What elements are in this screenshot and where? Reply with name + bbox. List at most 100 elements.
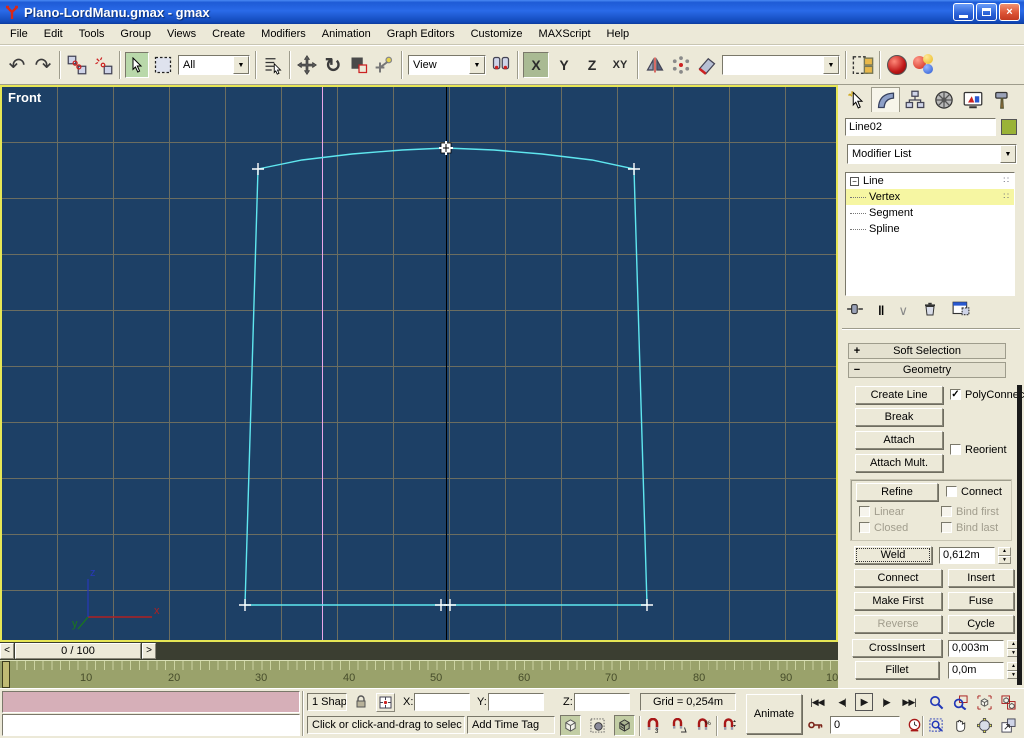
stack-spline-label[interactable]: Spline	[869, 223, 900, 235]
fillet-radius-field[interactable]: 0,0m	[948, 662, 1004, 679]
menu-file[interactable]: File	[2, 26, 36, 42]
track-view-button[interactable]	[851, 52, 875, 78]
fuse-button[interactable]: Fuse	[948, 592, 1014, 610]
pin-stack-button[interactable]	[846, 301, 864, 320]
menu-edit[interactable]: Edit	[36, 26, 71, 42]
selection-lock-toggle[interactable]	[352, 693, 370, 711]
maxscript-listener-white[interactable]	[2, 714, 300, 736]
time-configuration-button[interactable]	[904, 715, 924, 735]
align-button[interactable]	[695, 52, 719, 78]
viewport-label[interactable]: Front	[8, 90, 41, 105]
remove-modifier-button[interactable]	[922, 301, 938, 320]
select-and-move-button[interactable]	[295, 52, 319, 78]
frame-zero-marker[interactable]	[2, 661, 10, 688]
zoom-button[interactable]	[926, 692, 946, 712]
tab-modify[interactable]	[871, 87, 900, 112]
menu-views[interactable]: Views	[159, 26, 204, 42]
insert-button[interactable]: Insert	[948, 569, 1014, 587]
pan-button[interactable]	[950, 715, 970, 735]
previous-frame-button[interactable]: ◀|	[833, 693, 851, 711]
z-coord-field[interactable]	[574, 693, 630, 711]
zoom-all-button[interactable]	[950, 692, 970, 712]
stack-root-label[interactable]: Line	[863, 175, 884, 187]
stack-row-spline[interactable]: Spline	[846, 221, 1014, 237]
time-next-button[interactable]: >	[142, 643, 156, 659]
percent-snap-toggle[interactable]: %	[694, 715, 714, 736]
menu-graph-editors[interactable]: Graph Editors	[379, 26, 463, 42]
tab-utilities[interactable]	[987, 87, 1016, 112]
object-name-field[interactable]	[845, 118, 996, 136]
current-frame-field[interactable]	[830, 716, 900, 734]
refine-connect-checkbox[interactable]	[946, 486, 957, 497]
configure-modifier-sets-button[interactable]	[952, 301, 970, 320]
stack-row-segment[interactable]: Segment	[846, 205, 1014, 221]
close-button[interactable]: ×	[999, 3, 1020, 21]
time-prev-button[interactable]: <	[0, 643, 14, 659]
play-button[interactable]: ▶	[855, 693, 873, 711]
go-to-end-button[interactable]: ▶▶|	[898, 693, 920, 711]
zoom-extents-button[interactable]	[974, 692, 994, 712]
x-coord-field[interactable]	[414, 693, 470, 711]
arc-rotate-button[interactable]	[974, 715, 994, 735]
make-unique-button[interactable]: ∨	[898, 303, 908, 319]
restrict-xy-plane-button[interactable]: XY	[607, 52, 633, 78]
restore-button[interactable]	[976, 3, 997, 21]
tab-create[interactable]	[842, 87, 871, 112]
material-editor-button[interactable]	[885, 52, 909, 78]
select-object-button[interactable]	[125, 52, 149, 78]
array-button[interactable]	[669, 52, 693, 78]
redo-button[interactable]: ↷	[31, 52, 55, 78]
crossinsert-button[interactable]: CrossInsert	[852, 639, 942, 657]
select-and-manipulate-button[interactable]	[373, 52, 397, 78]
next-frame-button[interactable]: |▶	[877, 693, 895, 711]
selection-bracket-toggle[interactable]	[587, 715, 608, 736]
restrict-x-button[interactable]: X	[523, 52, 549, 78]
dropdown-arrow-icon[interactable]: ▼	[469, 56, 485, 74]
cycle-button[interactable]: Cycle	[948, 615, 1014, 633]
crossinsert-threshold-field[interactable]: 0,003m	[948, 640, 1004, 657]
absolute-offset-toggle[interactable]	[376, 693, 395, 712]
dropdown-arrow-icon[interactable]: ▼	[233, 56, 249, 74]
mirror-button[interactable]	[643, 52, 667, 78]
add-time-tag[interactable]: Add Time Tag	[467, 716, 555, 734]
menu-customize[interactable]: Customize	[463, 26, 531, 42]
weld-threshold-spinner[interactable]: ▲ ▼	[998, 547, 1011, 564]
viewport-front[interactable]: Front	[0, 85, 838, 642]
show-end-result-button[interactable]: ‖	[878, 303, 884, 318]
maxscript-listener-pink[interactable]	[2, 691, 300, 713]
panel-scrollbar[interactable]	[1017, 385, 1022, 685]
break-button[interactable]: Break	[855, 408, 943, 426]
select-by-name-button[interactable]	[261, 52, 285, 78]
refine-button[interactable]: Refine	[856, 483, 938, 501]
time-slider-track[interactable]: < 0 / 100 >	[0, 642, 838, 660]
fillet-button[interactable]: Fillet	[855, 661, 939, 679]
angle-snap-toggle[interactable]	[668, 715, 690, 736]
create-line-button[interactable]: Create Line	[855, 386, 943, 404]
menu-help[interactable]: Help	[599, 26, 638, 42]
attach-mult-button[interactable]: Attach Mult.	[855, 454, 943, 472]
restrict-y-button[interactable]: Y	[551, 52, 577, 78]
named-selection-sets-dropdown[interactable]: ▼	[722, 55, 840, 75]
key-mode-toggle[interactable]	[806, 716, 826, 734]
modifier-stack[interactable]: − Line ∷ Vertex ∷ Segment Spline	[845, 172, 1015, 296]
menu-group[interactable]: Group	[112, 26, 159, 42]
weld-threshold-field[interactable]: 0,612m	[939, 547, 995, 564]
dropdown-arrow-icon[interactable]: ▼	[823, 56, 839, 74]
rollout-geometry[interactable]: − Geometry	[848, 362, 1006, 378]
selection-filter-dropdown[interactable]: All ▼	[178, 55, 250, 75]
select-and-scale-button[interactable]	[347, 52, 371, 78]
stack-vertex-label[interactable]: Vertex	[869, 191, 900, 203]
select-and-rotate-button[interactable]: ↻	[321, 52, 345, 78]
track-bar[interactable]: 10 20 30 40 50 60 70 80 90 10	[0, 660, 838, 688]
select-and-link-button[interactable]	[65, 52, 89, 78]
object-color-swatch[interactable]	[1001, 119, 1017, 135]
weld-button[interactable]: Weld	[854, 546, 932, 564]
reference-coordinate-system-dropdown[interactable]: View ▼	[408, 55, 486, 75]
connect-button[interactable]: Connect	[854, 569, 942, 587]
spin-up-icon[interactable]: ▲	[998, 547, 1011, 556]
snap-toggle-3d[interactable]: 3	[643, 715, 663, 736]
attach-button[interactable]: Attach	[855, 431, 943, 449]
tab-motion[interactable]	[929, 87, 958, 112]
rollout-soft-selection[interactable]: + Soft Selection	[848, 343, 1006, 359]
unlink-selection-button[interactable]	[91, 52, 115, 78]
